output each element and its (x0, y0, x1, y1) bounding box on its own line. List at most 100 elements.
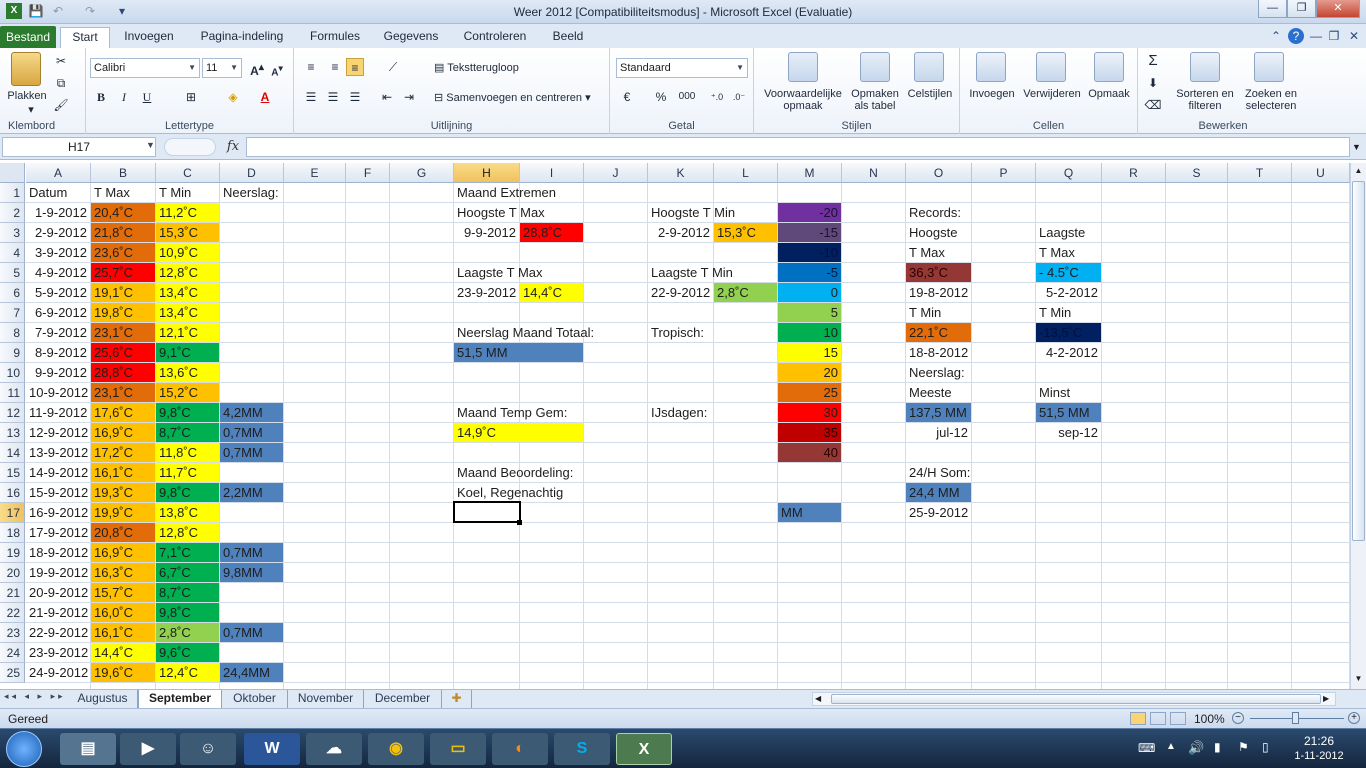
align-middle-icon[interactable]: ≡ (326, 58, 344, 76)
cell-M11[interactable]: 25 (778, 383, 841, 402)
italic-button[interactable]: I (115, 88, 133, 106)
cell-Q4[interactable]: T Max (1036, 243, 1101, 262)
cell-M12[interactable]: 30 (778, 403, 841, 422)
delete-cells-button[interactable]: Verwijderen (1020, 88, 1084, 100)
cell-M7[interactable]: 5 (778, 303, 841, 322)
cell-B13[interactable]: 16,9˚C (91, 423, 155, 442)
cell-A15[interactable]: 14-9-2012 (26, 463, 90, 482)
cell-C5[interactable]: 12,8˚C (156, 263, 219, 282)
clock-date[interactable]: 1-11-2012 (1284, 750, 1354, 762)
sheet-tab-september[interactable]: September (138, 690, 222, 708)
percent-button[interactable]: % (652, 88, 670, 106)
cell-B12[interactable]: 17,6˚C (91, 403, 155, 422)
row-header[interactable]: 18 (0, 523, 25, 543)
sheet-tab-december[interactable]: December (364, 690, 442, 708)
weather-icon[interactable]: ☁ (306, 733, 362, 765)
start-button-icon[interactable] (6, 731, 42, 767)
cell-A13[interactable]: 12-9-2012 (26, 423, 90, 442)
column-header[interactable]: H (454, 163, 520, 183)
cell-Q3[interactable]: Laagste (1036, 223, 1101, 242)
clock-time[interactable]: 21:26 (1284, 734, 1354, 748)
row-header[interactable]: 22 (0, 603, 25, 623)
cell-L3[interactable]: 15,3˚C (714, 223, 777, 242)
normal-view-icon[interactable] (1130, 712, 1146, 725)
cell-O17[interactable]: 25-9-2012 (906, 503, 971, 522)
sort-filter-icon[interactable] (1190, 52, 1220, 82)
cell-B2[interactable]: 20,4˚C (91, 203, 155, 222)
cell-Q7[interactable]: T Min (1036, 303, 1101, 322)
cell-K12[interactable]: IJsdagen: (648, 403, 713, 422)
cell-B1[interactable]: T Max (91, 183, 155, 202)
autosum-button[interactable]: Σ (1144, 52, 1162, 70)
page-break-view-icon[interactable] (1170, 712, 1186, 725)
cell-C19[interactable]: 7,1˚C (156, 543, 219, 562)
cell-A12[interactable]: 11-9-2012 (26, 403, 90, 422)
doc-close-icon[interactable]: ✕ (1346, 28, 1362, 44)
cell-K6[interactable]: 22-9-2012 (648, 283, 713, 302)
column-header[interactable]: U (1292, 163, 1350, 183)
sheet-tab-oktober[interactable]: Oktober (222, 690, 288, 708)
row-header[interactable]: 24 (0, 643, 25, 663)
align-top-icon[interactable]: ≡ (302, 58, 320, 76)
column-header[interactable]: O (906, 163, 972, 183)
insert-cells-icon[interactable] (976, 52, 1006, 82)
cell-O8[interactable]: 22,1˚C (906, 323, 971, 342)
delete-cells-icon[interactable] (1036, 52, 1066, 82)
row-header[interactable]: 15 (0, 463, 25, 483)
cell-K2[interactable]: Hoogste T Min (648, 203, 735, 222)
cell-O10[interactable]: Neerslag: (906, 363, 971, 382)
cell-A25[interactable]: 24-9-2012 (26, 663, 90, 682)
word-icon[interactable]: W (244, 733, 300, 765)
row-header[interactable]: 19 (0, 543, 25, 563)
cell-B8[interactable]: 23,1˚C (91, 323, 155, 342)
column-header[interactable]: N (842, 163, 906, 183)
sheet-tab-augustus[interactable]: Augustus (68, 690, 138, 708)
worksheet-grid[interactable]: ABCDEFGHIJKLMNOPQRSTU 1 2 3 4 5 6 7 8 9 10 11 12 13 1… (0, 163, 1350, 689)
cell-styles-button[interactable]: Celstijlen (902, 88, 958, 100)
cell-O16[interactable]: 24,4 MM (906, 483, 971, 502)
restore-button[interactable]: ❐ (1287, 0, 1316, 18)
paste-icon[interactable] (11, 52, 41, 86)
name-box-chevron-icon[interactable]: ▼ (146, 140, 155, 150)
format-as-table-icon[interactable] (860, 52, 890, 82)
action-center-flag-icon[interactable]: ⚑ (1238, 740, 1249, 754)
cell-M6[interactable]: 0 (778, 283, 841, 302)
borders-icon[interactable]: ⊞ (182, 88, 200, 106)
tab-controleren[interactable]: Controleren (456, 27, 534, 48)
cell-A19[interactable]: 18-9-2012 (26, 543, 90, 562)
page-layout-view-icon[interactable] (1150, 712, 1166, 725)
merge-center-button[interactable]: ⊟ Samenvoegen en centreren ▾ (434, 92, 606, 104)
cell-H2[interactable]: Hoogste T Max (454, 203, 545, 222)
cell-B21[interactable]: 15,7˚C (91, 583, 155, 602)
vertical-scrollbar[interactable]: ▲ ▼ (1350, 163, 1366, 689)
media-player-icon[interactable]: ▶ (120, 733, 176, 765)
cell-K8[interactable]: Tropisch: (648, 323, 713, 342)
cell-O7[interactable]: T Min (906, 303, 971, 322)
cell-C14[interactable]: 11,8˚C (156, 443, 219, 462)
row-header[interactable]: 8 (0, 323, 25, 343)
cell-C23[interactable]: 2,8˚C (156, 623, 219, 642)
row-header[interactable]: 2 (0, 203, 25, 223)
select-all-button[interactable] (0, 163, 25, 183)
cell-B25[interactable]: 19,6˚C (91, 663, 155, 682)
contacts-icon[interactable]: ☺ (180, 733, 236, 765)
cell-Q13[interactable]: sep-12 (1036, 423, 1101, 442)
cell-Q12[interactable]: 51,5 MM (1036, 403, 1101, 422)
cell-A10[interactable]: 9-9-2012 (26, 363, 90, 382)
folder-icon[interactable]: ▭ (430, 733, 486, 765)
scroll-down-icon[interactable]: ▼ (1352, 671, 1365, 687)
name-box[interactable]: H17 (2, 137, 156, 157)
decrease-decimal-icon[interactable]: .0⁻ (730, 88, 748, 106)
conditional-format-icon[interactable] (788, 52, 818, 82)
cell-A9[interactable]: 8-9-2012 (26, 343, 90, 362)
cell-B17[interactable]: 19,9˚C (91, 503, 155, 522)
paste-dropdown-icon[interactable]: ▾ (26, 104, 36, 116)
cell-D14[interactable]: 0,7MM (220, 443, 283, 462)
cell-M2[interactable]: -20 (778, 203, 841, 222)
horizontal-scroll-thumb[interactable] (831, 694, 1321, 704)
cell-B18[interactable]: 20,8˚C (91, 523, 155, 542)
increase-decimal-icon[interactable]: ⁺.0 (708, 88, 726, 106)
tab-pagina-indeling[interactable]: Pagina-indeling (192, 27, 292, 48)
skype-icon[interactable]: S (554, 733, 610, 765)
copy-icon[interactable]: ⧉ (52, 74, 70, 92)
